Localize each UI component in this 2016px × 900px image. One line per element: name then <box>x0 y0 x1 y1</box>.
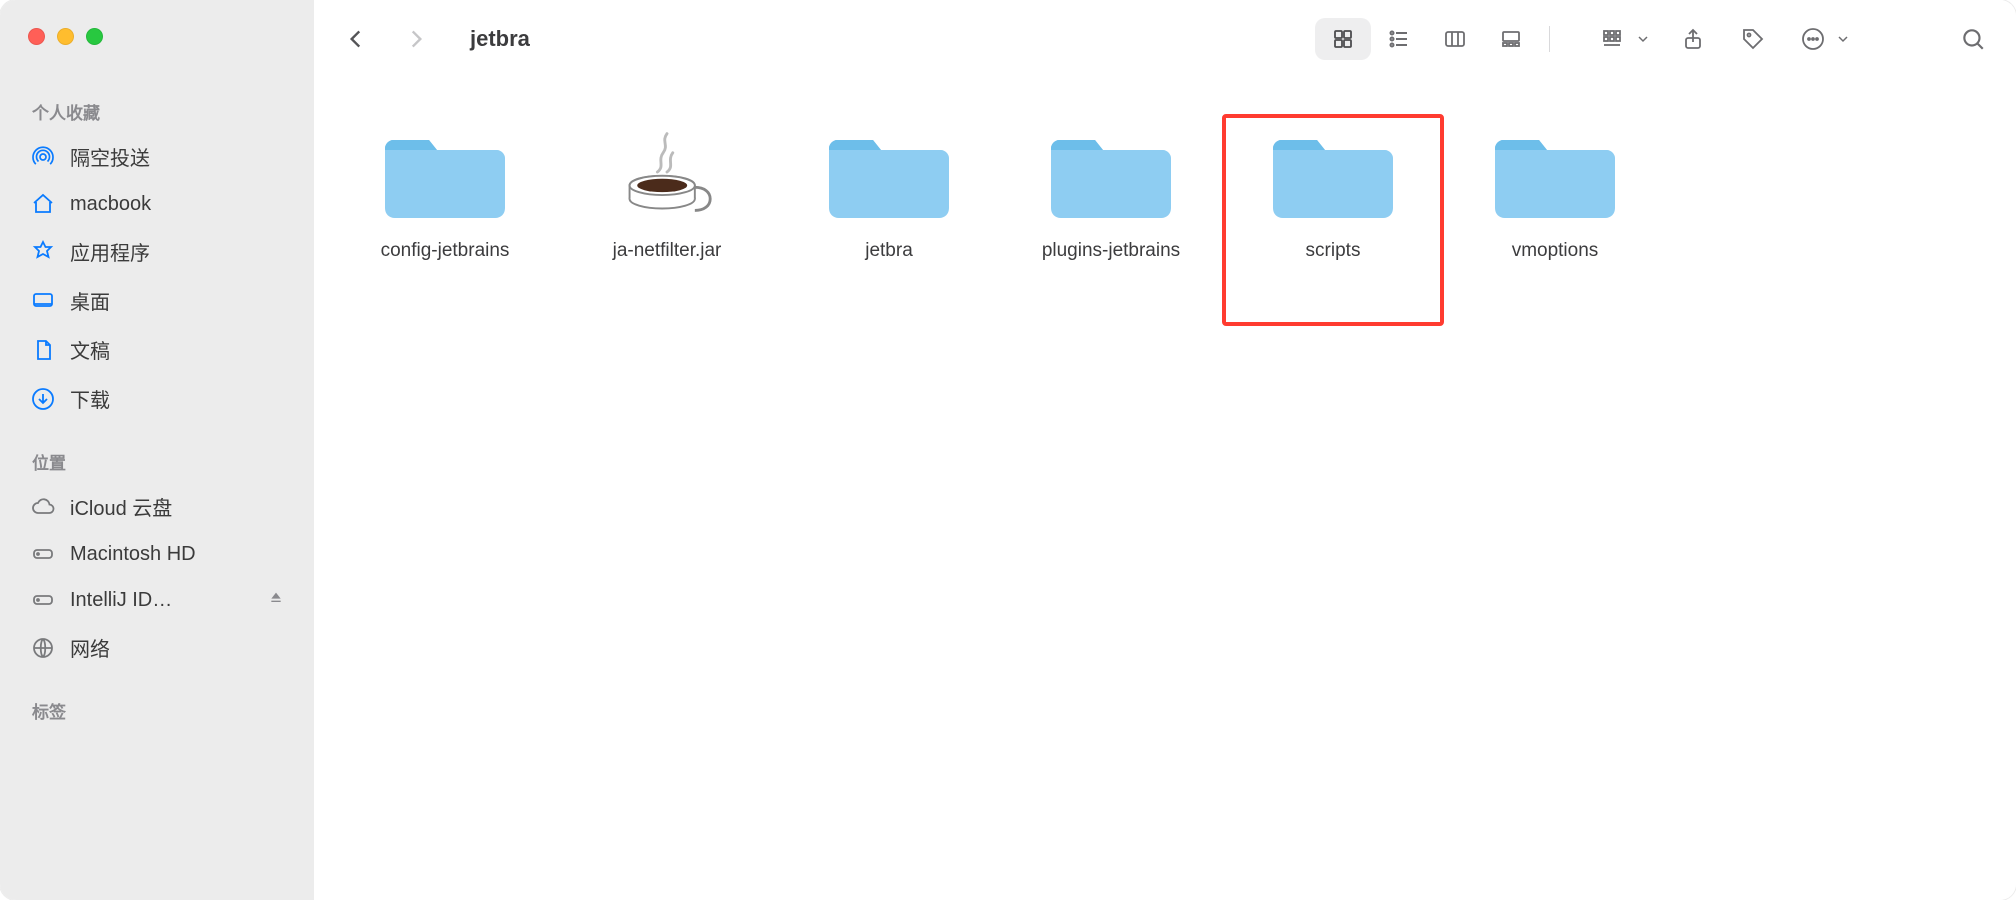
main-area: jetbra <box>314 0 2016 900</box>
sidebar-item-label: 网络 <box>70 633 304 662</box>
file-item-jetbra[interactable]: jetbra <box>778 114 1000 326</box>
home-icon <box>30 191 56 217</box>
sidebar-item-network[interactable]: 网络 <box>0 623 314 672</box>
sidebar-item-label: IntelliJ ID… <box>70 589 254 612</box>
view-icons-button[interactable] <box>1315 18 1371 60</box>
finder-window: 个人收藏 隔空投送 macbook 应用程序 桌面 <box>0 0 2016 900</box>
view-switcher <box>1315 18 1556 60</box>
folder-title: jetbra <box>470 26 530 52</box>
forward-button[interactable] <box>394 17 438 61</box>
applications-icon <box>30 239 56 265</box>
file-item-config-jetbrains[interactable]: config-jetbrains <box>334 114 556 326</box>
desktop-icon <box>30 288 56 314</box>
sidebar-item-label: 应用程序 <box>70 237 304 266</box>
sidebar-item-label: macbook <box>70 193 304 216</box>
sidebar-item-label: Macintosh HD <box>70 543 304 566</box>
sidebar-item-downloads[interactable]: 下载 <box>0 374 314 423</box>
documents-icon <box>30 337 56 363</box>
search-button[interactable] <box>1954 20 1992 58</box>
file-name: config-jetbrains <box>381 240 510 262</box>
search-icon <box>1954 20 1992 58</box>
sidebar-item-desktop[interactable]: 桌面 <box>0 276 314 325</box>
file-name: jetbra <box>865 240 913 262</box>
close-button[interactable] <box>28 28 45 45</box>
window-controls <box>0 10 314 73</box>
folder-icon <box>1049 122 1173 222</box>
minimize-button[interactable] <box>57 28 74 45</box>
tags-button[interactable] <box>1734 20 1772 58</box>
file-name: plugins-jetbrains <box>1042 240 1180 262</box>
group-by-button[interactable] <box>1594 20 1652 58</box>
airdrop-icon <box>30 144 56 170</box>
sidebar-item-airdrop[interactable]: 隔空投送 <box>0 132 314 181</box>
file-grid[interactable]: config-jetbrains ja-netfilter.jar <box>314 78 2016 900</box>
chevron-down-icon <box>1634 20 1652 58</box>
file-item-vmoptions[interactable]: vmoptions <box>1444 114 1666 326</box>
folder-icon <box>1493 122 1617 222</box>
toolbar-separator <box>1549 26 1550 52</box>
nav-arrows <box>334 17 438 61</box>
downloads-icon <box>30 386 56 412</box>
disk-icon <box>30 541 56 567</box>
file-name: scripts <box>1306 240 1361 262</box>
sidebar-section-tags: 标签 <box>0 690 314 731</box>
file-item-plugins-jetbrains[interactable]: plugins-jetbrains <box>1000 114 1222 326</box>
view-gallery-button[interactable] <box>1483 18 1539 60</box>
tag-icon <box>1734 20 1772 58</box>
sidebar: 个人收藏 隔空投送 macbook 应用程序 桌面 <box>0 0 314 900</box>
sidebar-item-label: 下载 <box>70 384 304 413</box>
network-icon <box>30 635 56 661</box>
folder-icon <box>827 122 951 222</box>
sidebar-item-intellij-id[interactable]: IntelliJ ID… <box>0 577 314 623</box>
jar-icon <box>605 122 729 222</box>
disk-icon <box>30 587 56 613</box>
back-button[interactable] <box>334 17 378 61</box>
sidebar-item-label: 隔空投送 <box>70 142 304 171</box>
file-item-ja-netfilter[interactable]: ja-netfilter.jar <box>556 114 778 326</box>
sidebar-item-applications[interactable]: 应用程序 <box>0 227 314 276</box>
sidebar-item-macintosh-hd[interactable]: Macintosh HD <box>0 531 314 577</box>
ellipsis-circle-icon <box>1794 20 1832 58</box>
file-name: vmoptions <box>1512 240 1599 262</box>
view-columns-button[interactable] <box>1427 18 1483 60</box>
sidebar-item-icloud[interactable]: iCloud 云盘 <box>0 482 314 531</box>
action-menu-button[interactable] <box>1794 20 1852 58</box>
sidebar-section-locations: 位置 <box>0 441 314 482</box>
share-icon <box>1674 20 1712 58</box>
icloud-icon <box>30 494 56 520</box>
sidebar-item-label: iCloud 云盘 <box>70 492 304 521</box>
sidebar-item-documents[interactable]: 文稿 <box>0 325 314 374</box>
eject-icon[interactable] <box>268 589 304 612</box>
grid-group-icon <box>1594 20 1632 58</box>
share-button[interactable] <box>1674 20 1712 58</box>
file-name: ja-netfilter.jar <box>613 240 722 262</box>
sidebar-section-favorites: 个人收藏 <box>0 91 314 132</box>
fullscreen-button[interactable] <box>86 28 103 45</box>
sidebar-item-home[interactable]: macbook <box>0 181 314 227</box>
file-item-scripts[interactable]: scripts <box>1222 114 1444 326</box>
sidebar-item-label: 文稿 <box>70 335 304 364</box>
folder-icon <box>383 122 507 222</box>
view-list-button[interactable] <box>1371 18 1427 60</box>
chevron-down-icon <box>1834 20 1852 58</box>
toolbar: jetbra <box>314 0 2016 78</box>
folder-icon <box>1271 122 1395 222</box>
toolbar-right-group <box>1594 20 1992 58</box>
sidebar-item-label: 桌面 <box>70 286 304 315</box>
